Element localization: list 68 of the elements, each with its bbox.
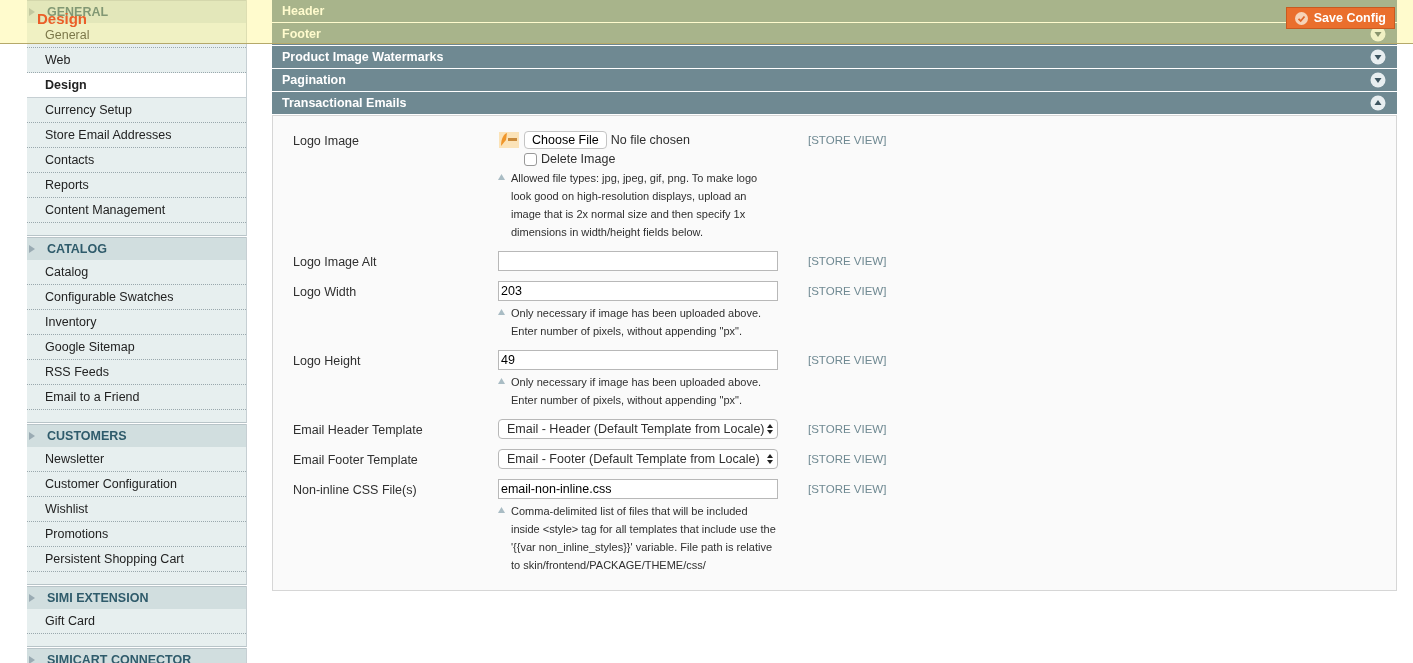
choose-file-button[interactable]: Choose File xyxy=(524,131,607,149)
field-label: Non-inline CSS File(s) xyxy=(293,482,418,497)
field-label: Email Header Template xyxy=(293,422,424,437)
sidebar-item[interactable]: Reports xyxy=(27,173,246,198)
scope-label: [STORE VIEW] xyxy=(807,452,887,465)
field-label: Logo Image xyxy=(293,133,361,148)
sidebar-item[interactable]: Promotions xyxy=(27,522,246,547)
note-triangle-icon xyxy=(498,309,505,315)
sidebar-item[interactable]: Design xyxy=(27,73,246,98)
up-down-arrows-icon xyxy=(767,454,773,464)
scope-label: [STORE VIEW] xyxy=(807,254,887,267)
delete-checkbox[interactable] xyxy=(524,152,537,166)
sidebar-group-title: SIMI EXTENSION xyxy=(47,591,149,605)
sidebar-item[interactable]: Persistent Shopping Cart xyxy=(27,547,246,572)
sidebar-item[interactable]: Wishlist xyxy=(27,497,246,522)
field-note: Only necessary if image has been uploaded above. Enter number of pixels, without appending "px". xyxy=(511,375,763,408)
field-label: Logo Image Alt xyxy=(293,254,378,269)
sidebar-item[interactable]: Gift Card xyxy=(27,609,246,634)
input-field[interactable]: 203 xyxy=(498,281,778,301)
sidebar-item[interactable]: Inventory xyxy=(27,310,246,335)
logo-thumbnail-icon xyxy=(498,130,520,150)
scope-label: [STORE VIEW] xyxy=(807,482,887,495)
sidebar-item[interactable]: Customer Configuration xyxy=(27,472,246,497)
up-down-arrows-icon xyxy=(767,424,773,434)
triangle-icon xyxy=(29,656,35,663)
scope-label: [STORE VIEW] xyxy=(807,422,887,435)
sidebar-group-header[interactable]: SIMI EXTENSION xyxy=(27,586,246,609)
note-triangle-icon xyxy=(498,174,505,180)
note-triangle-icon xyxy=(498,507,505,513)
sidebar-item[interactable]: Content Management xyxy=(27,198,246,223)
sidebar-group-title: CATALOG xyxy=(47,242,107,256)
sidebar-group-title: CUSTOMERS xyxy=(47,429,127,443)
sidebar-item[interactable]: Store Email Addresses xyxy=(27,123,246,148)
sidebar-item[interactable]: Google Sitemap xyxy=(27,335,246,360)
field-note: Allowed file types: jpg, jpeg, gif, png. To make logo look good on high-resolution displays, upload an image that is 2x normal size and then specify 1x dimensions in width/height fields below. xyxy=(511,171,759,240)
section-header[interactable]: Pagination xyxy=(272,69,1397,91)
input-field[interactable] xyxy=(498,251,778,271)
delete-image-label: Delete Image xyxy=(541,152,616,166)
file-status-text: No file chosen xyxy=(610,133,690,147)
sidebar-item[interactable]: Configurable Swatches xyxy=(27,285,246,310)
field-label: Logo Height xyxy=(293,353,362,368)
input-field[interactable]: email-non-inline.css xyxy=(498,479,778,499)
triangle-icon xyxy=(29,594,35,602)
sidebar-item[interactable]: Contacts xyxy=(27,148,246,173)
triangle-icon xyxy=(29,8,35,16)
note-triangle-icon xyxy=(498,378,505,384)
triangle-icon xyxy=(29,245,35,253)
sidebar-item[interactable]: RSS Feeds xyxy=(27,360,246,385)
triangle-icon xyxy=(29,432,35,440)
section-header[interactable]: Product Image Watermarks xyxy=(272,46,1397,68)
sidebar-item[interactable]: Catalog xyxy=(27,260,246,285)
scope-label: [STORE VIEW] xyxy=(807,353,887,366)
template-dropdown[interactable]: Email - Footer (Default Template from Locale) xyxy=(498,449,778,469)
field-note: Only necessary if image has been uploaded above. Enter number of pixels, without appending "px". xyxy=(511,306,763,339)
section-header[interactable]: Transactional Emails xyxy=(272,92,1397,114)
sidebar-group-header[interactable]: CATALOG xyxy=(27,237,246,260)
template-dropdown[interactable]: Email - Header (Default Template from Locale) xyxy=(498,419,778,439)
sidebar-group-header[interactable]: CUSTOMERS xyxy=(27,424,246,447)
sidebar-item[interactable]: Email to a Friend xyxy=(27,385,246,410)
check-icon xyxy=(1294,11,1308,25)
field-note: Comma-delimited list of files that will be included inside <style> tag for all templates that include use the '{{var non_inline_styles}}' variable. File path is relative to skin/frontend/PACKAGE/THEME/css/ xyxy=(511,504,777,573)
scope-label: [STORE VIEW] xyxy=(807,284,887,297)
input-field[interactable]: 49 xyxy=(498,350,778,370)
sidebar-item[interactable]: Currency Setup xyxy=(27,98,246,123)
sidebar-item[interactable]: Newsletter xyxy=(27,447,246,472)
scope-label: [STORE VIEW] xyxy=(807,133,887,146)
field-label: Email Footer Template xyxy=(293,452,419,467)
field-label: Logo Width xyxy=(293,284,358,299)
